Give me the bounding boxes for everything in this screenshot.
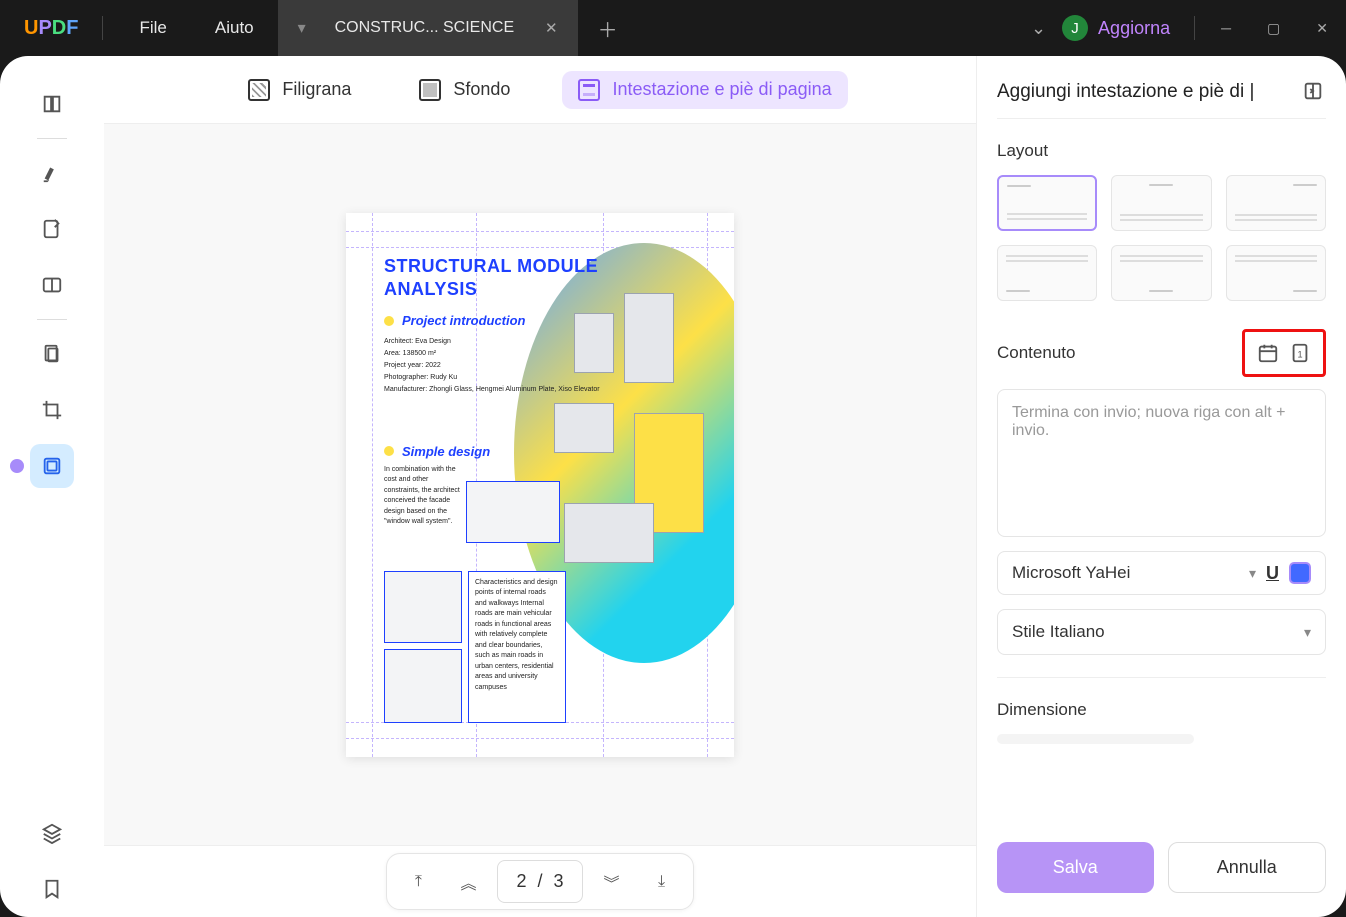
font-name: Microsoft YaHei (1012, 563, 1239, 583)
watermark-icon (248, 79, 270, 101)
page-indicator[interactable]: 2 / 3 (497, 860, 582, 903)
page-preview: STRUCTURAL MODULE ANALYSIS Project intro… (104, 124, 976, 845)
svg-text:1: 1 (1297, 350, 1302, 360)
doc-textbox: Characteristics and design points of int… (468, 571, 566, 723)
page-prev-icon[interactable]: ︽ (447, 861, 489, 903)
bullet-icon (384, 446, 394, 456)
sidebar-ocr-icon[interactable] (30, 332, 74, 376)
tool-header-footer-label: Intestazione e piè di pagina (612, 79, 831, 100)
page-tools-toolbar: Filigrana Sfondo Intestazione e piè di p… (104, 56, 976, 124)
layout-option-6[interactable] (1226, 245, 1326, 301)
panel-title: Aggiungi intestazione e piè di | (997, 81, 1254, 103)
menu-help[interactable]: Aiuto (191, 18, 278, 38)
tool-background-label: Sfondo (453, 79, 510, 100)
save-button[interactable]: Salva (997, 842, 1154, 893)
separator (37, 138, 67, 139)
titlebar: UPDF File Aiuto ▾ CONSTRUC... SCIENCE ✕ … (0, 0, 1346, 56)
panel-collapse-icon[interactable] (1302, 80, 1326, 104)
separator (102, 16, 103, 40)
doc-section-1: Project introduction (402, 313, 526, 328)
tool-watermark[interactable]: Filigrana (232, 71, 367, 109)
window-minimize-icon[interactable]: ─ (1203, 20, 1249, 36)
sidebar-watermark-icon[interactable] (30, 444, 74, 488)
cancel-button[interactable]: Annulla (1168, 842, 1327, 893)
sidebar-pages-icon[interactable] (30, 263, 74, 307)
content-icons-highlight: 1 (1242, 329, 1326, 377)
document-tab[interactable]: ▾ CONSTRUC... SCIENCE ✕ (278, 0, 578, 56)
doc-image (384, 571, 462, 643)
tool-watermark-label: Filigrana (282, 79, 351, 100)
sidebar-bookmark-icon[interactable] (30, 867, 74, 911)
panel-footer: Salva Annulla (997, 824, 1326, 893)
font-color-swatch[interactable] (1289, 562, 1311, 584)
window-close-icon[interactable]: ✕ (1298, 20, 1346, 37)
insert-page-number-icon[interactable]: 1 (1287, 340, 1313, 366)
user-avatar[interactable]: J (1062, 15, 1088, 41)
page-sep: / (537, 871, 542, 891)
doc-title: STRUCTURAL MODULE ANALYSIS (384, 255, 696, 302)
content-label: Contenuto (997, 343, 1075, 363)
separator (997, 118, 1326, 119)
style-select[interactable]: Stile Italiano ▾ (997, 609, 1326, 655)
chevron-down-icon: ▾ (1249, 565, 1256, 582)
left-sidebar (0, 56, 104, 917)
page-first-icon[interactable]: ⤒ (397, 861, 439, 903)
dimension-label: Dimensione (997, 700, 1326, 720)
layout-grid (997, 175, 1326, 301)
pagination-bar: ⤒ ︽ 2 / 3 ︾ ⤓ (104, 845, 976, 917)
tool-header-footer[interactable]: Intestazione e piè di pagina (562, 71, 847, 109)
sidebar-highlight-icon[interactable] (30, 151, 74, 195)
doc-paragraph: In combination with the cost and other c… (384, 465, 464, 528)
tab-title: CONSTRUC... SCIENCE (320, 19, 529, 37)
tab-add-button[interactable]: ＋ (578, 14, 638, 43)
window-maximize-icon[interactable]: ▢ (1249, 20, 1298, 37)
doc-meta: Architect: Eva Design Area: 138500 m² Pr… (384, 336, 696, 395)
chevron-down-icon: ▾ (1304, 624, 1311, 641)
doc-image (466, 481, 560, 543)
layout-option-4[interactable] (997, 245, 1097, 301)
app-logo: UPDF (0, 17, 102, 40)
active-indicator (10, 459, 24, 473)
total-pages: 3 (554, 871, 564, 891)
separator (37, 319, 67, 320)
upgrade-link[interactable]: Aggiorna (1098, 18, 1186, 39)
layout-option-3[interactable] (1226, 175, 1326, 231)
separator (1194, 16, 1195, 40)
page-next-icon[interactable]: ︾ (591, 861, 633, 903)
bullet-icon (384, 316, 394, 326)
right-panel: Aggiungi intestazione e piè di | Layout (976, 56, 1346, 917)
sidebar-reader-icon[interactable] (30, 82, 74, 126)
content-area: Filigrana Sfondo Intestazione e piè di p… (104, 56, 976, 917)
separator (997, 677, 1326, 678)
current-page: 2 (516, 871, 526, 891)
page-last-icon[interactable]: ⤓ (641, 861, 683, 903)
tab-menu-icon[interactable]: ▾ (298, 18, 306, 38)
tab-close-icon[interactable]: ✕ (545, 19, 558, 37)
tool-background[interactable]: Sfondo (403, 71, 526, 109)
tabs-chevron-icon[interactable]: ⌄ (1015, 18, 1062, 39)
layout-option-1[interactable] (997, 175, 1097, 231)
menu-file[interactable]: File (115, 18, 190, 38)
sidebar-crop-icon[interactable] (30, 388, 74, 432)
doc-image (384, 649, 462, 723)
doc-section-2: Simple design (402, 444, 490, 459)
layout-option-2[interactable] (1111, 175, 1211, 231)
style-value: Stile Italiano (1012, 622, 1105, 642)
content-textarea[interactable]: Termina con invio; nuova riga con alt + … (997, 389, 1326, 537)
sidebar-layers-icon[interactable] (30, 811, 74, 855)
header-footer-icon (578, 79, 600, 101)
insert-date-icon[interactable] (1255, 340, 1281, 366)
layout-label: Layout (997, 141, 1326, 161)
background-icon (419, 79, 441, 101)
layout-option-5[interactable] (1111, 245, 1211, 301)
sidebar-edit-icon[interactable] (30, 207, 74, 251)
dimension-slider[interactable] (997, 734, 1194, 744)
underline-button[interactable]: U (1266, 563, 1279, 584)
document-page[interactable]: STRUCTURAL MODULE ANALYSIS Project intro… (346, 213, 734, 757)
font-select[interactable]: Microsoft YaHei ▾ U (997, 551, 1326, 595)
